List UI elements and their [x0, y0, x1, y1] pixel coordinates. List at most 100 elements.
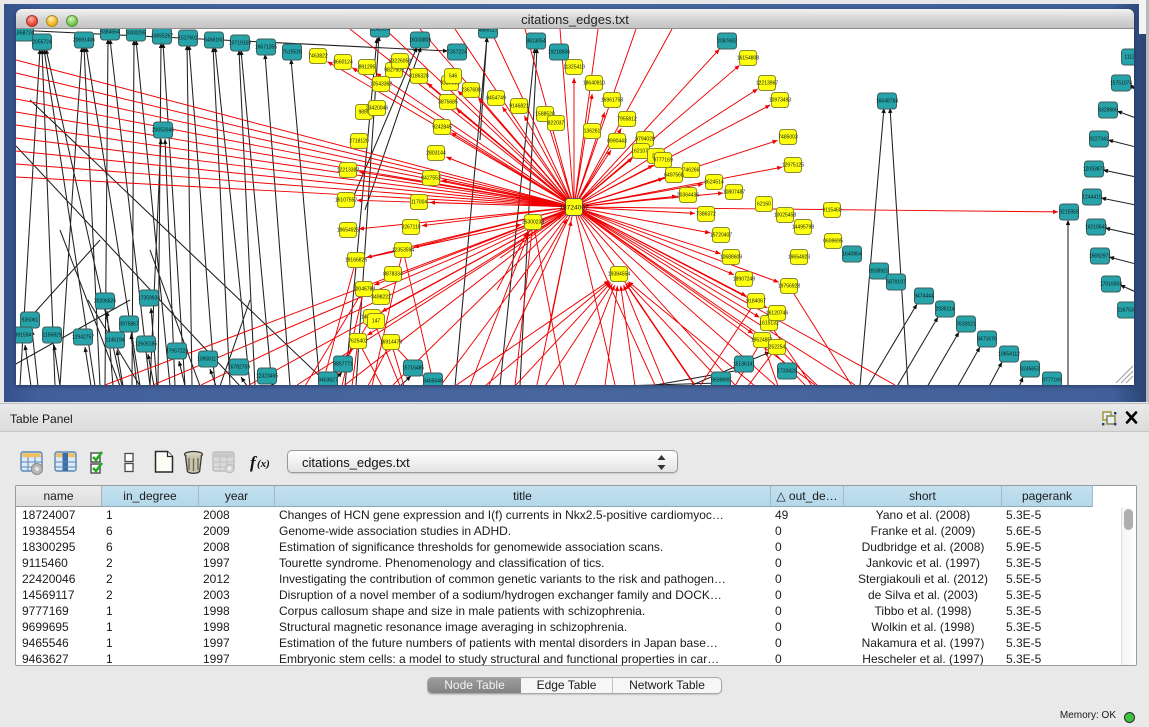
svg-text:8471676: 8471676 [977, 337, 997, 343]
svg-text:9794028: 9794028 [635, 137, 655, 143]
svg-text:3267110: 3267110 [401, 225, 420, 231]
svg-text:9465546: 9465546 [423, 379, 443, 385]
svg-text:8186328: 8186328 [409, 74, 429, 80]
svg-text:7632621: 7632621 [956, 322, 976, 328]
svg-text:9146821: 9146821 [509, 104, 529, 110]
svg-text:8813054: 8813054 [526, 39, 546, 45]
svg-text:7386372: 7386372 [696, 212, 716, 218]
svg-text:10025458: 10025458 [774, 213, 796, 219]
svg-text:2055724: 2055724 [32, 40, 52, 46]
svg-text:822037: 822037 [548, 121, 565, 127]
svg-text:16961758: 16961758 [601, 98, 623, 104]
svg-text:12353594: 12353594 [392, 248, 414, 254]
svg-text:546: 546 [449, 74, 458, 80]
svg-text:15716485: 15716485 [402, 366, 424, 372]
svg-text:9329966: 9329966 [1098, 108, 1118, 114]
svg-text:746266: 746266 [683, 168, 700, 174]
svg-text:136261: 136261 [584, 129, 601, 135]
svg-text:18724007: 18724007 [559, 204, 589, 211]
svg-text:16154808: 16154808 [737, 56, 759, 62]
svg-text:891295: 891295 [359, 65, 376, 71]
svg-text:9699695: 9699695 [711, 378, 731, 384]
svg-text:17957223: 17957223 [166, 349, 188, 355]
svg-text:10046788: 10046788 [353, 287, 375, 293]
svg-text:19218506: 19218506 [548, 50, 570, 56]
svg-text:8454749: 8454749 [486, 96, 506, 102]
svg-text:7357224: 7357224 [447, 50, 467, 56]
svg-text:6879197: 6879197 [886, 280, 906, 286]
svg-text:12975125: 12975125 [782, 163, 804, 169]
svg-text:20691406: 20691406 [73, 38, 95, 44]
svg-text:9115460: 9115460 [822, 208, 841, 214]
svg-text:8427552: 8427552 [421, 176, 441, 182]
svg-text:1156829: 1156829 [42, 333, 61, 339]
svg-text:9184067: 9184067 [746, 299, 766, 305]
svg-text:3498222: 3498222 [371, 295, 391, 301]
svg-text:2935114: 2935114 [935, 307, 954, 313]
svg-text:10654112: 10654112 [998, 352, 1020, 358]
svg-text:18907249: 18907249 [733, 277, 755, 283]
svg-text:9777169: 9777169 [1042, 378, 1062, 384]
svg-text:17359934: 17359934 [138, 296, 160, 302]
svg-text:9777169: 9777169 [653, 158, 673, 164]
svg-text:9975867: 9975867 [119, 322, 139, 328]
svg-text:16033809: 16033809 [409, 38, 431, 44]
svg-text:16210643: 16210643 [1085, 225, 1107, 231]
svg-text:10719155: 10719155 [229, 41, 251, 47]
svg-text:1145194: 1145194 [105, 338, 124, 344]
svg-text:1244415: 1244415 [1082, 195, 1102, 201]
svg-text:14495798: 14495798 [792, 225, 814, 231]
svg-text:9245652: 9245652 [1020, 367, 1040, 373]
svg-text:10973493: 10973493 [769, 98, 791, 104]
svg-text:10688609: 10688609 [720, 255, 742, 261]
svg-text:11121: 11121 [1124, 55, 1134, 61]
svg-text:1640954: 1640954 [842, 252, 862, 258]
svg-text:16782759: 16782759 [228, 365, 250, 371]
svg-text:2367608: 2367608 [461, 88, 481, 94]
svg-text:8660124: 8660124 [333, 60, 353, 66]
svg-text:12323465: 12323465 [256, 374, 278, 380]
svg-text:2087682: 2087682 [717, 39, 737, 45]
svg-text:252254: 252254 [769, 345, 786, 351]
svg-text:19166825: 19166825 [345, 258, 367, 264]
svg-text:935061: 935061 [22, 318, 39, 324]
svg-text:2242004: 2242004 [370, 29, 390, 33]
svg-text:7955812: 7955812 [617, 117, 637, 123]
svg-text:25300233: 25300233 [522, 220, 544, 226]
svg-text:117004: 117004 [411, 200, 428, 206]
svg-text:16914479: 16914479 [380, 340, 402, 346]
svg-text:6466160: 6466160 [204, 38, 224, 44]
svg-text:10543362: 10543362 [370, 82, 392, 88]
svg-text:15136141: 15136141 [733, 362, 755, 368]
svg-text:16648784: 16648784 [876, 99, 898, 105]
svg-text:2803144: 2803144 [426, 151, 446, 157]
svg-text:62160: 62160 [757, 202, 771, 208]
svg-text:19654923: 19654923 [788, 255, 810, 261]
svg-text:15692971: 15692971 [1089, 254, 1111, 260]
svg-text:391594: 391594 [16, 333, 32, 339]
svg-text:7515526: 7515526 [282, 50, 302, 56]
svg-text:8878334: 8878334 [383, 272, 403, 278]
svg-text:7485003: 7485003 [778, 135, 798, 141]
svg-text:10655267: 10655267 [151, 34, 173, 40]
svg-text:9384554: 9384554 [100, 30, 120, 36]
svg-text:6497568: 6497568 [664, 173, 684, 179]
svg-text:23420046: 23420046 [366, 106, 388, 112]
svg-text:18640910: 18640910 [583, 81, 605, 87]
svg-text:1858724: 1858724 [16, 31, 34, 37]
svg-text:11325419: 11325419 [563, 65, 585, 71]
svg-text:9857771: 9857771 [333, 362, 353, 368]
svg-text:15751074: 15751074 [1110, 81, 1132, 87]
svg-text:1167533: 1167533 [1117, 308, 1134, 314]
svg-text:10807487: 10807487 [723, 190, 745, 196]
svg-text:19384554: 19384554 [608, 272, 630, 278]
svg-text:9474444: 9474444 [914, 294, 934, 300]
svg-text:4569117: 4569117 [478, 29, 497, 34]
svg-text:19654925: 19654925 [337, 228, 359, 234]
svg-text:20364436: 20364436 [677, 193, 699, 199]
svg-text:8990443: 8990443 [607, 139, 627, 145]
svg-text:3624514: 3624514 [704, 180, 724, 186]
svg-text:1615132: 1615132 [759, 321, 779, 327]
svg-text:12942757: 12942757 [72, 335, 94, 341]
svg-text:12213967: 12213967 [756, 81, 778, 87]
